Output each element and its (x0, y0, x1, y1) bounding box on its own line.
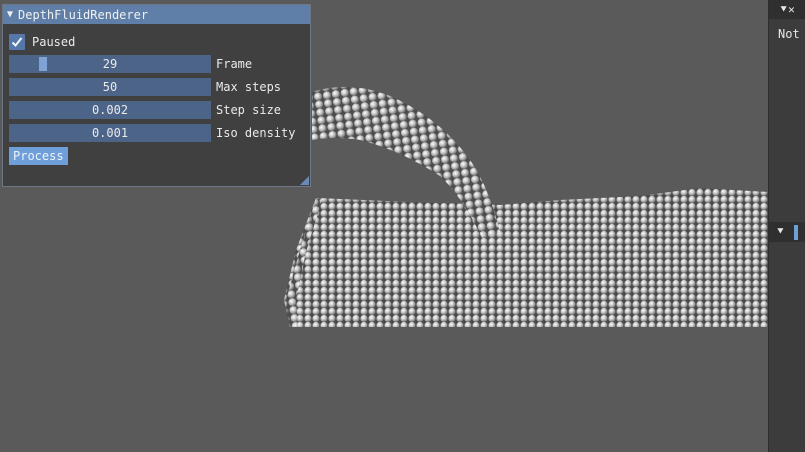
max-steps-row: 50 Max steps (9, 78, 281, 96)
scrollbar-handle[interactable] (794, 225, 798, 240)
step-size-value: 0.002 (91, 103, 129, 117)
window-title-bar[interactable]: ▼ DepthFluidRenderer (3, 5, 310, 24)
frame-value: 29 (102, 57, 118, 71)
frame-row: 29 Frame (9, 55, 252, 73)
iso-density-label: Iso density (216, 126, 296, 140)
frame-label: Frame (216, 57, 253, 71)
side-panel-header[interactable]: ⯆✕ (769, 0, 805, 19)
collapse-close-icon[interactable]: ⯆✕ (779, 3, 794, 17)
max-steps-value: 50 (102, 80, 118, 94)
frame-slider[interactable]: 29 (9, 55, 211, 73)
dropdown-icon[interactable]: ⯆ (776, 225, 785, 239)
step-size-row: 0.002 Step size (9, 101, 281, 119)
checkmark-icon (11, 37, 23, 47)
max-steps-label: Max steps (216, 80, 282, 94)
side-panel-subheader[interactable]: ⯆ (769, 222, 805, 242)
step-size-field[interactable]: 0.002 (9, 101, 211, 119)
process-row: Process (9, 147, 68, 165)
iso-density-value: 0.001 (91, 126, 129, 140)
process-button[interactable]: Process (9, 147, 68, 165)
collapse-arrow-icon[interactable]: ▼ (7, 9, 13, 20)
depth-fluid-renderer-window[interactable]: ▼ DepthFluidRenderer Paused 29 Frame 50 … (2, 4, 311, 187)
iso-density-field[interactable]: 0.001 (9, 124, 211, 142)
iso-density-row: 0.001 Iso density (9, 124, 295, 142)
fluid-pool (284, 188, 768, 327)
paused-row[interactable]: Paused (9, 33, 75, 51)
side-panel-text: Not (778, 27, 800, 41)
paused-label: Paused (32, 35, 76, 49)
paused-checkbox[interactable] (9, 34, 25, 50)
right-side-panel: ⯆✕ Not ⯆ (768, 0, 805, 452)
frame-slider-grab[interactable] (39, 57, 47, 71)
max-steps-field[interactable]: 50 (9, 78, 211, 96)
window-title: DepthFluidRenderer (18, 7, 149, 22)
resize-grip[interactable] (300, 176, 309, 185)
step-size-label: Step size (216, 103, 282, 117)
